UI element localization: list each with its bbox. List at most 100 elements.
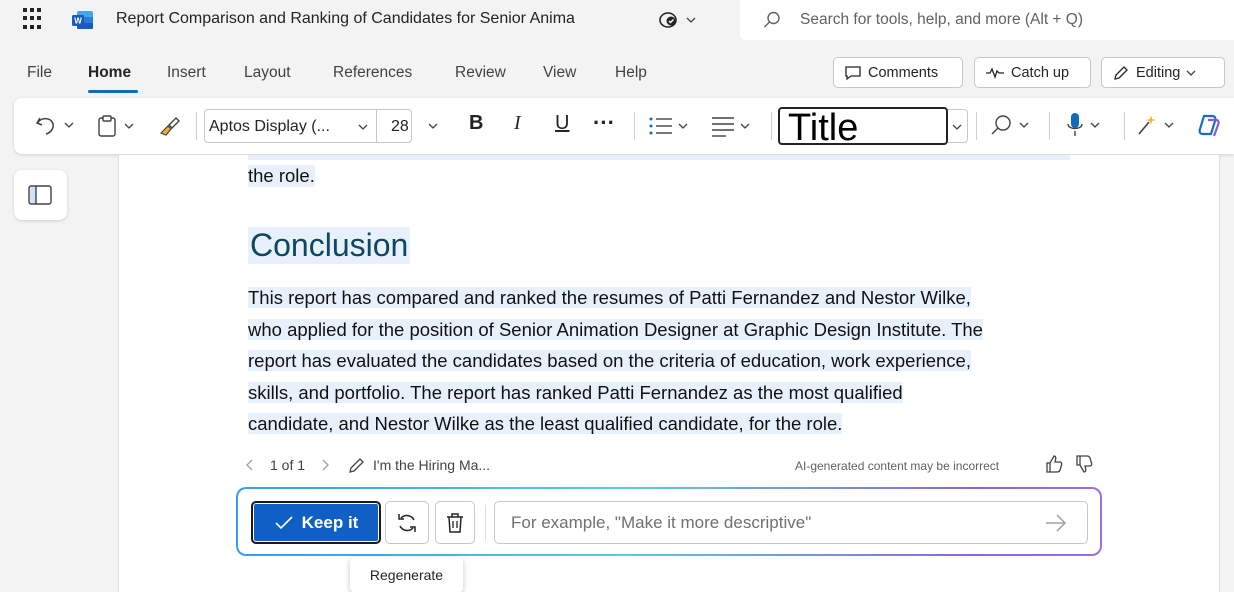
designer-button[interactable] bbox=[1136, 113, 1174, 137]
navigation-pane-button[interactable] bbox=[14, 170, 67, 220]
tab-file[interactable]: File bbox=[27, 64, 52, 82]
copilot-icon bbox=[1198, 114, 1220, 137]
font-name[interactable]: Aptos Display (... bbox=[209, 118, 330, 136]
style-gallery[interactable]: Title bbox=[778, 107, 948, 149]
align-left-icon bbox=[712, 117, 734, 137]
find-button[interactable] bbox=[989, 114, 1029, 136]
comments-label: Comments bbox=[868, 64, 939, 81]
separator bbox=[485, 505, 486, 541]
pencil-icon bbox=[1114, 65, 1128, 80]
cloud-sync-icon bbox=[659, 12, 677, 28]
chevron-down-icon bbox=[64, 122, 74, 128]
chevron-down-icon bbox=[686, 17, 696, 23]
chevron-down-icon bbox=[678, 123, 688, 129]
app-launcher-icon[interactable] bbox=[23, 8, 45, 30]
refine-prompt-input[interactable] bbox=[494, 501, 1088, 544]
previous-paragraph-end[interactable]: the role. bbox=[248, 165, 315, 187]
catch-up-label: Catch up bbox=[1011, 64, 1070, 81]
search-box[interactable]: Search for tools, help, and more (Alt + … bbox=[740, 0, 1234, 40]
tab-references[interactable]: References bbox=[333, 64, 412, 82]
active-tab-indicator bbox=[88, 90, 138, 93]
paragraph-line: report has evaluated the candidates base… bbox=[248, 350, 971, 371]
regenerate-button[interactable] bbox=[385, 501, 429, 544]
comment-icon bbox=[845, 65, 861, 80]
ribbon-tabs: File Home Insert Layout References Revie… bbox=[0, 50, 820, 94]
chevron-down-icon bbox=[1186, 70, 1196, 76]
word-icon: W bbox=[72, 11, 93, 29]
search-icon bbox=[991, 115, 1011, 135]
format-painter-icon bbox=[159, 117, 180, 136]
copilot-action-bar: Keep it bbox=[236, 487, 1102, 556]
separator bbox=[771, 112, 772, 140]
ai-result-navigation: 1 of 1 I'm the Hiring Ma... bbox=[244, 455, 490, 475]
sync-status[interactable] bbox=[658, 9, 702, 31]
font-size-chevron-icon[interactable] bbox=[428, 121, 438, 131]
tab-layout[interactable]: Layout bbox=[244, 64, 291, 82]
trash-icon bbox=[447, 512, 463, 533]
dictate-button[interactable] bbox=[1066, 112, 1100, 138]
microphone-icon bbox=[1067, 113, 1083, 136]
font-picker[interactable]: Aptos Display (... 28 bbox=[204, 109, 412, 143]
separator bbox=[196, 112, 197, 140]
previous-text-highlight bbox=[248, 155, 1070, 160]
clipboard-icon bbox=[98, 115, 116, 137]
bold-button[interactable]: B bbox=[469, 112, 483, 135]
chevron-down-icon bbox=[124, 123, 134, 129]
undo-icon bbox=[35, 117, 54, 135]
chevron-down-icon bbox=[1019, 122, 1029, 128]
magic-wand-icon bbox=[1138, 115, 1156, 135]
checkmark-icon bbox=[275, 515, 293, 529]
separator bbox=[634, 112, 635, 140]
style-name[interactable]: Title bbox=[788, 107, 858, 150]
chevron-down-icon[interactable] bbox=[358, 122, 368, 132]
bullet-list-icon bbox=[649, 117, 672, 135]
font-size[interactable]: 28 bbox=[391, 118, 409, 136]
style-gallery-expand[interactable] bbox=[948, 109, 968, 143]
tab-home[interactable]: Home bbox=[88, 64, 131, 82]
chevron-left-icon[interactable] bbox=[244, 458, 256, 472]
conclusion-heading[interactable]: Conclusion bbox=[248, 227, 411, 264]
chevron-right-icon[interactable] bbox=[319, 458, 331, 472]
document-title[interactable]: Report Comparison and Ranking of Candida… bbox=[116, 10, 575, 28]
catch-up-button[interactable]: Catch up bbox=[974, 57, 1091, 88]
chevron-down-icon bbox=[1164, 122, 1174, 128]
title-bar: W Report Comparison and Ranking of Candi… bbox=[0, 0, 1234, 42]
tab-review[interactable]: Review bbox=[455, 64, 506, 82]
chevron-down-icon bbox=[952, 124, 962, 130]
conclusion-paragraph[interactable]: This report has compared and ranked the … bbox=[248, 282, 1088, 440]
send-arrow-icon[interactable] bbox=[1044, 513, 1068, 533]
copilot-button[interactable] bbox=[1196, 112, 1222, 138]
bullets-button[interactable] bbox=[648, 115, 688, 137]
paragraph-line: candidate, and Nestor Wilke as the least… bbox=[248, 413, 843, 434]
align-button[interactable] bbox=[710, 115, 750, 137]
separator bbox=[976, 112, 977, 140]
search-icon bbox=[764, 11, 780, 28]
comments-button[interactable]: Comments bbox=[833, 57, 963, 88]
discard-button[interactable] bbox=[435, 501, 475, 544]
search-placeholder[interactable]: Search for tools, help, and more (Alt + … bbox=[800, 11, 1083, 29]
paragraph-line: skills, and portfolio. The report has ra… bbox=[248, 381, 903, 403]
thumbs-down-icon[interactable] bbox=[1074, 454, 1094, 474]
separator bbox=[1049, 112, 1050, 140]
feedback-buttons bbox=[1044, 454, 1094, 474]
thumbs-up-icon[interactable] bbox=[1044, 454, 1064, 474]
tab-help[interactable]: Help bbox=[615, 64, 647, 82]
pencil-icon[interactable] bbox=[347, 455, 367, 475]
keep-it-button[interactable]: Keep it bbox=[251, 501, 381, 544]
chevron-down-icon bbox=[1090, 122, 1100, 128]
underline-button[interactable]: U bbox=[555, 112, 569, 135]
more-options-button[interactable]: ··· bbox=[593, 110, 615, 136]
svg-text:W: W bbox=[74, 17, 82, 26]
pulse-icon bbox=[986, 66, 1004, 79]
formatting-toolbar: Aptos Display (... 28 B I U ··· Title bbox=[14, 98, 1234, 154]
italic-button[interactable]: I bbox=[514, 112, 521, 135]
editing-mode-button[interactable]: Editing bbox=[1101, 57, 1225, 88]
prompt-summary[interactable]: I'm the Hiring Ma... bbox=[373, 457, 490, 473]
tab-view[interactable]: View bbox=[543, 64, 576, 82]
ai-disclaimer: AI-generated content may be incorrect bbox=[795, 459, 1000, 473]
format-painter-button[interactable] bbox=[158, 113, 182, 137]
tab-insert[interactable]: Insert bbox=[167, 64, 206, 82]
paste-button[interactable] bbox=[96, 114, 134, 138]
page-indicator: 1 of 1 bbox=[270, 457, 306, 473]
undo-button[interactable] bbox=[34, 114, 74, 136]
